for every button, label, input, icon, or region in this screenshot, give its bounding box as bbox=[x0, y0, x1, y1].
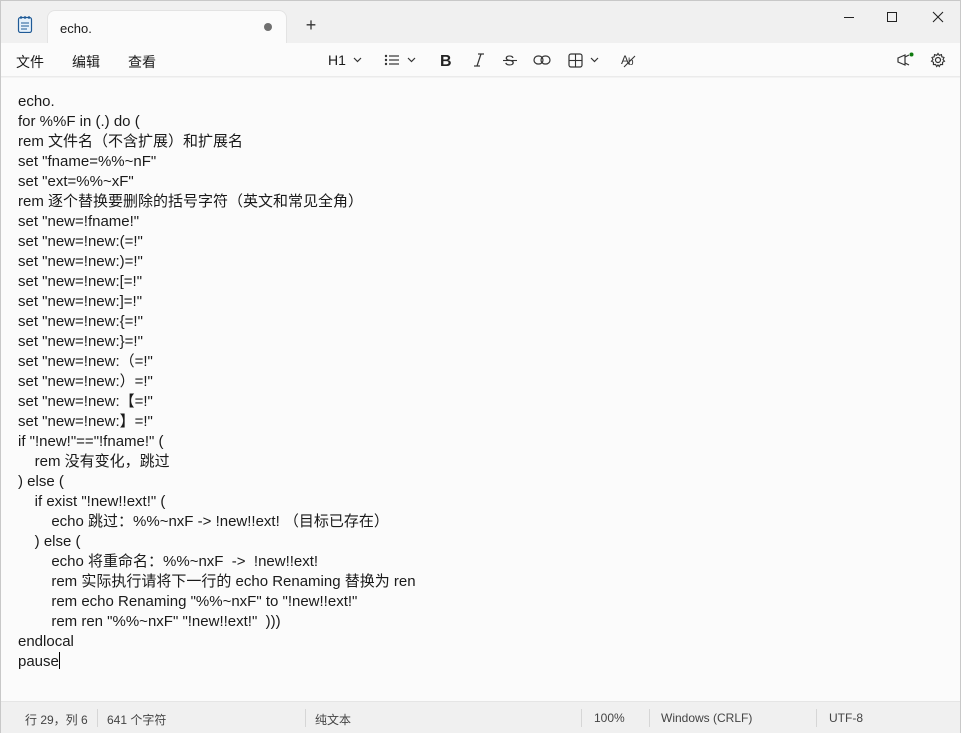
strikethrough-button[interactable]: S bbox=[503, 49, 517, 71]
editor-line: set "fname=%%~nF" bbox=[18, 153, 157, 170]
zoom-level[interactable]: 100% bbox=[594, 711, 625, 725]
spellcheck-button[interactable]: Ab bbox=[621, 49, 637, 71]
gear-icon bbox=[930, 52, 946, 68]
editor-line: pause bbox=[18, 652, 60, 670]
editor-line: set "new=!new:]=!" bbox=[18, 293, 143, 310]
unsaved-indicator-icon[interactable] bbox=[264, 23, 272, 31]
editor-line: echo 将重命名：%%~nxF -> !new!!ext! bbox=[18, 553, 319, 570]
document-tab[interactable]: echo. bbox=[47, 10, 287, 44]
editor-line: for %%F in (.) do ( bbox=[18, 113, 140, 130]
editor-line: echo 跳过：%%~nxF -> !new!!ext! （目标已存在） bbox=[18, 513, 389, 530]
link-icon bbox=[533, 55, 551, 65]
status-divider bbox=[305, 709, 306, 727]
list-dropdown[interactable] bbox=[384, 49, 416, 71]
italic-icon bbox=[474, 53, 484, 67]
editor-line: set "new=!new:【=!" bbox=[18, 393, 153, 410]
notifications-button[interactable] bbox=[896, 49, 914, 71]
title-bar: echo. + bbox=[1, 1, 961, 44]
chevron-down-icon bbox=[590, 57, 599, 63]
status-divider bbox=[581, 709, 582, 727]
editor-line: set "new=!new:）=!" bbox=[18, 373, 153, 390]
editor-line: rem 没有变化，跳过 bbox=[18, 453, 170, 470]
editor-line: ) else ( bbox=[18, 533, 81, 550]
close-button[interactable] bbox=[915, 1, 961, 33]
menu-file[interactable]: 文件 bbox=[16, 52, 44, 72]
table-dropdown[interactable] bbox=[568, 49, 599, 71]
minimize-button[interactable] bbox=[826, 1, 872, 33]
status-bar: 行 29，列 6 641 个字符 纯文本 100% Windows (CRLF)… bbox=[1, 701, 960, 733]
heading-dropdown[interactable]: H1 bbox=[328, 49, 362, 71]
editor-line: set "new=!new:)=!" bbox=[18, 253, 143, 270]
menu-edit[interactable]: 编辑 bbox=[72, 52, 100, 72]
editor-content[interactable]: echo. for %%F in (.) do ( rem 文件名（不含扩展）和扩展… bbox=[18, 92, 416, 672]
chevron-down-icon bbox=[407, 57, 416, 63]
editor-line: rem 逐个替换要删除的括号字符（英文和常见全角） bbox=[18, 193, 364, 210]
link-button[interactable] bbox=[533, 49, 551, 71]
status-divider bbox=[649, 709, 650, 727]
editor-line: set "new=!new:（=!" bbox=[18, 353, 153, 370]
editor-line: rem echo Renaming "%%~nxF" to "!new!!ext… bbox=[18, 593, 358, 610]
encoding[interactable]: UTF-8 bbox=[829, 711, 863, 725]
minimize-icon bbox=[844, 17, 854, 18]
maximize-button[interactable] bbox=[869, 1, 915, 33]
status-divider bbox=[97, 709, 98, 727]
strikethrough-icon: S bbox=[503, 53, 517, 68]
settings-button[interactable] bbox=[930, 49, 946, 71]
bold-button[interactable]: B bbox=[439, 49, 453, 71]
editor-line: ) else ( bbox=[18, 473, 64, 490]
editor-line: set "new=!new:(=!" bbox=[18, 233, 143, 250]
editor-line: rem 文件名（不含扩展）和扩展名 bbox=[18, 133, 244, 150]
menu-toolbar: 文件 编辑 查看 H1 B S A b bbox=[1, 43, 960, 77]
editor-line: if "!new!"=="!fname!" ( bbox=[18, 433, 164, 450]
svg-text:B: B bbox=[440, 53, 452, 68]
line-ending[interactable]: Windows (CRLF) bbox=[661, 711, 752, 725]
maximize-icon bbox=[887, 12, 897, 22]
new-tab-button[interactable]: + bbox=[301, 15, 321, 35]
italic-button[interactable] bbox=[472, 49, 486, 71]
tab-title: echo. bbox=[60, 21, 92, 36]
bullet-list-icon bbox=[384, 54, 399, 66]
spellcheck-icon: Ab bbox=[621, 53, 636, 68]
notepad-app-icon bbox=[17, 16, 33, 33]
text-caret bbox=[58, 652, 60, 669]
cursor-position: 行 29，列 6 bbox=[25, 713, 88, 727]
editor-line: set "new=!new:】=!" bbox=[18, 413, 153, 430]
notepad-window: echo. + 文件 编辑 查看 H1 B S A b echo. for %%… bbox=[0, 0, 961, 733]
chevron-down-icon bbox=[353, 57, 362, 63]
bold-icon: B bbox=[440, 53, 452, 68]
editor-line: set "new=!new:{=!" bbox=[18, 313, 143, 330]
editor-line: if exist "!new!!ext!" ( bbox=[18, 493, 166, 510]
editor-line: set "new=!fname!" bbox=[18, 213, 140, 230]
character-count: 641 个字符 bbox=[107, 713, 167, 727]
editor-line: echo. bbox=[18, 93, 55, 110]
table-icon bbox=[568, 52, 583, 68]
text-editor[interactable]: echo. for %%F in (.) do ( rem 文件名（不含扩展）和扩展… bbox=[1, 78, 960, 701]
heading-label: H1 bbox=[328, 52, 346, 68]
editor-line: set "new=!new:}=!" bbox=[18, 333, 143, 350]
status-divider bbox=[816, 709, 817, 727]
editor-line: rem ren "%%~nxF" "!new!!ext!" ))) bbox=[18, 613, 281, 630]
editor-line: set "new=!new:[=!" bbox=[18, 273, 143, 290]
editor-line: rem 实际执行请将下一行的 echo Renaming 替换为 ren bbox=[18, 573, 416, 590]
megaphone-icon bbox=[897, 52, 914, 66]
format-indicator[interactable]: 纯文本 bbox=[315, 711, 351, 728]
editor-line: endlocal bbox=[18, 633, 74, 650]
menu-view[interactable]: 查看 bbox=[128, 52, 156, 72]
close-icon bbox=[932, 11, 944, 23]
editor-line: set "ext=%%~xF" bbox=[18, 173, 134, 190]
